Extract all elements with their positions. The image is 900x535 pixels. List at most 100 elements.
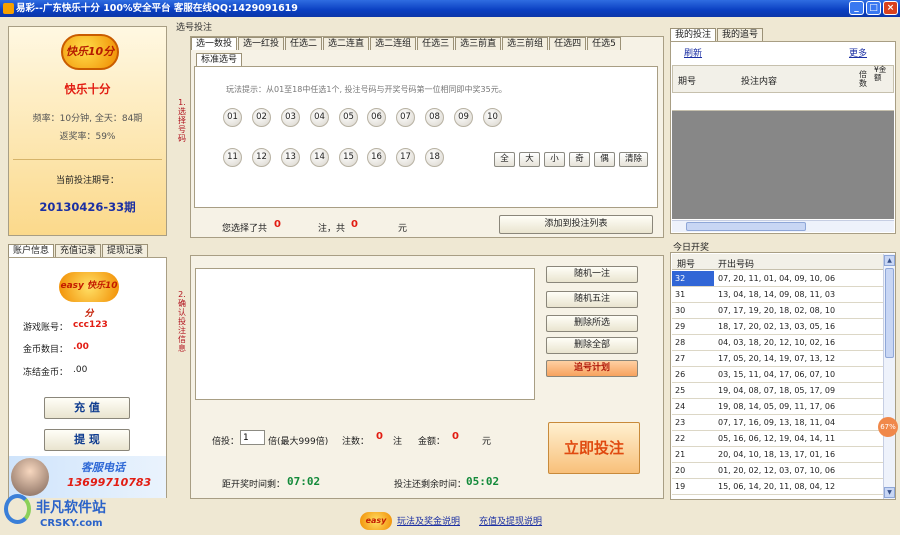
current-issue: 20130426-33期 xyxy=(39,200,136,214)
number-ball[interactable]: 01 xyxy=(223,108,242,127)
tab-play-9[interactable]: 任选5 xyxy=(587,37,621,50)
table-row[interactable]: 27 17, 05, 20, 14, 19, 07, 13, 12 xyxy=(672,351,883,367)
table-row[interactable]: 32 07, 20, 11, 01, 04, 09, 10, 06 xyxy=(672,271,883,287)
draw-time-value: 07:02 xyxy=(287,475,321,488)
maximize-button[interactable]: □ xyxy=(866,1,881,15)
tab-play-7[interactable]: 选三前组 xyxy=(502,37,549,50)
draw-time-label: 距开奖时间剩： xyxy=(222,480,286,490)
select-even-button[interactable]: 偶 xyxy=(594,152,615,167)
withdraw-button[interactable]: 提 现 xyxy=(44,429,130,451)
tab-account-info[interactable]: 账户信息 xyxy=(8,244,55,257)
minimize-button[interactable]: _ xyxy=(849,1,864,15)
bet-now-button[interactable]: 立即投注 xyxy=(548,422,640,474)
tab-my-chase[interactable]: 我的追号 xyxy=(717,28,764,41)
progress-bubble[interactable]: 67% xyxy=(878,417,898,437)
today-vscrollbar[interactable]: ▲ ▼ xyxy=(883,254,895,499)
table-row[interactable]: 28 04, 03, 18, 20, 12, 10, 02, 16 xyxy=(672,335,883,351)
table-row[interactable]: 23 07, 17, 16, 09, 13, 18, 11, 04 xyxy=(672,415,883,431)
delete-all-button[interactable]: 删除全部 xyxy=(546,337,638,354)
number-ball[interactable]: 18 xyxy=(425,148,444,167)
clear-selection-button[interactable]: 清除 xyxy=(619,152,648,167)
number-ball[interactable]: 09 xyxy=(454,108,473,127)
my-bets-header: 期号 投注内容 倍数 ¥金额 xyxy=(672,65,894,93)
table-row[interactable]: 25 19, 04, 08, 07, 18, 05, 17, 09 xyxy=(672,383,883,399)
watermark-cn: 非凡软件站 xyxy=(36,500,106,516)
number-ball[interactable]: 11 xyxy=(223,148,242,167)
tab-standard-select[interactable]: 标准选号 xyxy=(196,53,243,66)
table-row[interactable]: 29 18, 17, 20, 02, 13, 03, 05, 16 xyxy=(672,319,883,335)
column-issue: 期号 xyxy=(678,77,697,87)
tab-play-1[interactable]: 选一红投 xyxy=(238,37,285,50)
bet-time-label: 投注还剩余时间： xyxy=(394,480,467,490)
tab-play-6[interactable]: 选三前直 xyxy=(455,37,502,50)
my-bets-hscrollbar[interactable] xyxy=(672,220,894,232)
my-bets-empty-row xyxy=(672,93,894,111)
refresh-link[interactable]: 刷新 xyxy=(684,46,702,59)
table-row[interactable]: 31 13, 04, 18, 14, 09, 08, 11, 03 xyxy=(672,287,883,303)
summary-mid: 注，共 xyxy=(318,224,346,234)
table-row[interactable]: 26 03, 15, 11, 04, 17, 06, 07, 10 xyxy=(672,367,883,383)
select-small-button[interactable]: 小 xyxy=(544,152,565,167)
chase-plan-button[interactable]: 追号计划 xyxy=(546,360,638,377)
add-to-bet-list-button[interactable]: 添加到投注列表 xyxy=(499,215,653,234)
multiple-input[interactable] xyxy=(240,430,265,445)
watermark-en: CRSKY.com xyxy=(40,518,103,529)
table-row[interactable]: 20 01, 20, 02, 12, 03, 07, 10, 06 xyxy=(672,463,883,479)
table-row[interactable]: 24 19, 08, 14, 05, 09, 11, 17, 06 xyxy=(672,399,883,415)
scroll-down-icon[interactable]: ▼ xyxy=(884,487,895,498)
number-ball[interactable]: 07 xyxy=(396,108,415,127)
summary-prefix: 您选择了共 xyxy=(222,224,268,234)
select-odd-button[interactable]: 奇 xyxy=(569,152,590,167)
number-ball[interactable]: 13 xyxy=(281,148,300,167)
number-ball[interactable]: 03 xyxy=(281,108,300,127)
random-five-button[interactable]: 随机五注 xyxy=(546,291,638,308)
number-ball[interactable]: 12 xyxy=(252,148,271,167)
delete-selected-button[interactable]: 删除所选 xyxy=(546,315,638,332)
window-title: 易彩--广东快乐十分 100%安全平台 客服在线QQ:1429091619 xyxy=(16,3,298,14)
today-header: 期号 开出号码 xyxy=(672,254,883,270)
tab-play-5[interactable]: 任选三 xyxy=(417,37,455,50)
my-bets-list-area xyxy=(672,111,894,219)
number-ball[interactable]: 04 xyxy=(310,108,329,127)
number-ball[interactable]: 05 xyxy=(339,108,358,127)
tab-my-bets[interactable]: 我的投注 xyxy=(670,28,717,41)
random-one-button[interactable]: 随机一注 xyxy=(546,266,638,283)
more-link[interactable]: 更多 xyxy=(849,46,867,59)
table-row[interactable]: 21 20, 04, 10, 18, 13, 17, 01, 16 xyxy=(672,447,883,463)
my-bets-scroll-thumb[interactable] xyxy=(686,222,806,231)
rules-link[interactable]: 玩法及奖金说明 xyxy=(397,514,460,527)
money-unit: 元 xyxy=(482,437,492,447)
multiple-label: 倍投： xyxy=(212,437,240,447)
select-all-button[interactable]: 全 xyxy=(494,152,515,167)
number-ball[interactable]: 16 xyxy=(367,148,386,167)
number-ball[interactable]: 10 xyxy=(483,108,502,127)
column-multiple: 倍数 xyxy=(859,70,867,88)
tab-recharge-records[interactable]: 充值记录 xyxy=(55,244,102,257)
number-ball[interactable]: 17 xyxy=(396,148,415,167)
scroll-up-icon[interactable]: ▲ xyxy=(884,255,895,266)
recharge-info-link[interactable]: 充值及提现说明 xyxy=(479,514,542,527)
bet-list-box[interactable] xyxy=(195,268,535,400)
number-ball[interactable]: 06 xyxy=(367,108,386,127)
close-button[interactable]: × xyxy=(883,1,898,15)
tab-play-3[interactable]: 选二连直 xyxy=(323,37,370,50)
recharge-button[interactable]: 充 值 xyxy=(44,397,130,419)
tab-play-2[interactable]: 任选二 xyxy=(285,37,323,50)
number-ball[interactable]: 15 xyxy=(339,148,358,167)
money-label: 金额： xyxy=(418,437,446,447)
today-scroll-thumb[interactable] xyxy=(885,268,894,358)
tab-withdraw-records[interactable]: 提现记录 xyxy=(102,244,149,257)
tab-play-8[interactable]: 任选四 xyxy=(549,37,587,50)
number-ball[interactable]: 08 xyxy=(425,108,444,127)
select-big-button[interactable]: 大 xyxy=(519,152,540,167)
count-unit: 注 xyxy=(393,437,403,447)
table-row[interactable]: 19 15, 06, 14, 20, 11, 08, 04, 12 xyxy=(672,479,883,495)
today-rows: 32 07, 20, 11, 01, 04, 09, 10, 06 31 13, 0… xyxy=(672,271,883,499)
table-row[interactable]: 30 07, 17, 19, 20, 18, 02, 08, 10 xyxy=(672,303,883,319)
tab-play-0[interactable]: 选一数投 xyxy=(191,37,238,50)
number-ball[interactable]: 14 xyxy=(310,148,329,167)
number-ball[interactable]: 02 xyxy=(252,108,271,127)
table-row[interactable]: 22 05, 16, 06, 12, 19, 04, 14, 11 xyxy=(672,431,883,447)
column-amount: ¥金额 xyxy=(874,65,887,82)
tab-play-4[interactable]: 选二连组 xyxy=(370,37,417,50)
